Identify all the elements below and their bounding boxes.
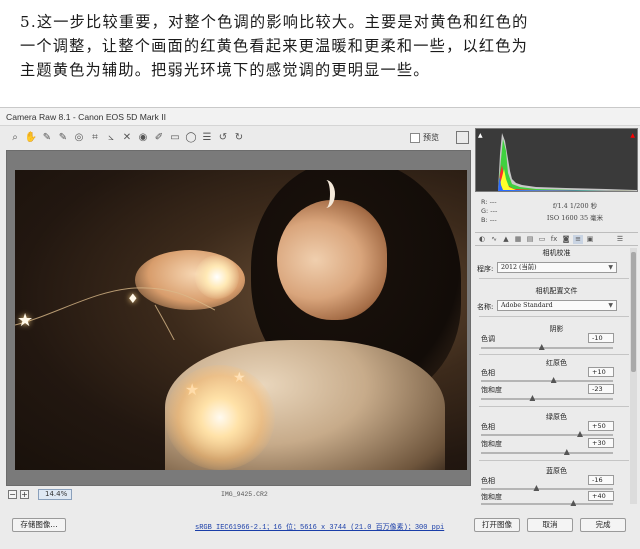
tab-snapshots-icon[interactable]: ▣ <box>585 235 595 244</box>
hand-tool-icon[interactable]: ✋ <box>24 131 38 145</box>
blue-saturation-label: 饱和度 <box>481 493 502 501</box>
done-button[interactable]: 完成 <box>580 518 626 532</box>
cancel-button[interactable]: 取消 <box>527 518 573 532</box>
green-hue-slider[interactable] <box>481 431 613 437</box>
preferences-icon[interactable]: ☰ <box>200 131 214 145</box>
window-title: Camera Raw 8.1 - Canon EOS 5D Mark II <box>0 108 640 126</box>
tab-basic-icon[interactable]: ◐ <box>477 235 487 244</box>
adjustment-panel: ▲ ▲ R: --- G: --- B: --- f/1.4 1/200 秒 I… <box>475 128 638 506</box>
chevron-down-icon: ▼ <box>608 264 613 271</box>
red-hue-value[interactable]: +10 <box>588 367 614 377</box>
red-saturation-label: 饱和度 <box>481 386 502 394</box>
zoom-tool-icon[interactable]: ⌕ <box>8 131 22 145</box>
readout-r: R: --- <box>481 198 497 206</box>
open-image-button[interactable]: 打开图像 <box>474 518 520 532</box>
tab-presets-icon[interactable]: ≡ <box>573 235 583 244</box>
tab-detail-icon[interactable]: ▲ <box>501 235 511 244</box>
white-balance-tool-icon[interactable]: ✎ <box>40 131 54 145</box>
shadow-tint-label: 色调 <box>481 335 495 343</box>
adjustment-brush-icon[interactable]: ✐ <box>152 131 166 145</box>
blue-hue-slider[interactable] <box>481 485 613 491</box>
green-saturation-label: 饱和度 <box>481 440 502 448</box>
red-hue-slider[interactable] <box>481 377 613 383</box>
highlight-clipping-icon[interactable]: ▲ <box>630 132 635 139</box>
tab-tone-curve-icon[interactable]: ∿ <box>489 235 499 244</box>
spot-removal-tool-icon[interactable]: ✕ <box>120 131 134 145</box>
image-filename: IMG_9425.CR2 <box>221 491 268 498</box>
tab-camera-calibration-icon[interactable]: ◙ <box>561 235 571 244</box>
red-eye-tool-icon[interactable]: ◉ <box>136 131 150 145</box>
green-saturation-slider[interactable] <box>481 449 613 455</box>
crop-tool-icon[interactable]: ⌗ <box>88 131 102 145</box>
caption-line-3: 主题黄色为辅助。把弱光环境下的感觉调的更明显一些。 <box>20 61 430 79</box>
shadow-tint-value[interactable]: -10 <box>588 333 614 343</box>
preview-checkbox[interactable] <box>410 133 420 143</box>
chevron-down-icon: ▼ <box>608 302 613 309</box>
profile-value: Adobe Standard <box>501 302 553 309</box>
shadow-clipping-icon[interactable]: ▲ <box>478 132 483 139</box>
tab-split-toning-icon[interactable]: ▤ <box>525 235 535 244</box>
zoom-out-button[interactable]: − <box>8 490 17 499</box>
green-saturation-value[interactable]: +30 <box>588 438 614 448</box>
readout-b: B: --- <box>481 216 497 224</box>
process-select[interactable]: 2012 (当前) ▼ <box>497 262 617 273</box>
radial-filter-icon[interactable]: ◯ <box>184 131 198 145</box>
profile-select[interactable]: Adobe Standard ▼ <box>497 300 617 311</box>
process-label: 程序: <box>477 265 494 273</box>
zoom-level-select[interactable]: 14.4% <box>38 489 72 500</box>
graduated-filter-icon[interactable]: ▭ <box>168 131 182 145</box>
camera-info: R: --- G: --- B: --- f/1.4 1/200 秒 ISO 1… <box>475 194 638 230</box>
image-canvas[interactable]: ★ ♦ ★ ★ ★ <box>6 150 471 486</box>
tab-lens-icon[interactable]: ▭ <box>537 235 547 244</box>
profile-title: 相机配置文件 <box>535 287 578 295</box>
blue-hue-value[interactable]: -16 <box>588 475 614 485</box>
tab-hsl-icon[interactable]: ▦ <box>513 235 523 244</box>
readout-g: G: --- <box>481 207 498 215</box>
toolbar: ⌕ ✋ ✎ ✎ ◎ ⌗ ⦣ ✕ ◉ ✐ ▭ ◯ ☰ ↺ ↻ 预览 <box>0 127 470 149</box>
name-label: 名称: <box>477 303 494 311</box>
panel-menu-icon[interactable]: ☰ <box>615 235 625 244</box>
save-image-button[interactable]: 存储图像... <box>12 518 66 532</box>
red-hue-label: 色相 <box>481 369 495 377</box>
targeted-adjustment-tool-icon[interactable]: ◎ <box>72 131 86 145</box>
fullscreen-icon[interactable] <box>456 131 469 144</box>
caption-line-1: 5.这一步比较重要，对整个色调的影响比较大。主要是对黄色和红色的 <box>20 13 529 31</box>
red-saturation-slider[interactable] <box>481 395 613 401</box>
article-caption: 5.这一步比较重要，对整个色调的影响比较大。主要是对黄色和红色的 一个调整，让整… <box>20 10 632 82</box>
green-hue-label: 色相 <box>481 423 495 431</box>
blue-saturation-value[interactable]: +40 <box>588 491 614 501</box>
process-value: 2012 (当前) <box>501 264 537 271</box>
preview-label: 预览 <box>423 133 439 142</box>
blue-hue-label: 色相 <box>481 477 495 485</box>
zoom-in-button[interactable]: + <box>20 490 29 499</box>
panel-tabs: ◐ ∿ ▲ ▦ ▤ ▭ fx ◙ ≡ ▣ ☰ <box>475 232 638 246</box>
panel-scrollbar[interactable] <box>630 248 637 504</box>
rotate-left-icon[interactable]: ↺ <box>216 131 230 145</box>
rotate-right-icon[interactable]: ↻ <box>232 131 246 145</box>
canvas-status-bar: − + 14.4% IMG_9425.CR2 <box>6 488 471 502</box>
camera-raw-window: Camera Raw 8.1 - Canon EOS 5D Mark II ⌕ … <box>0 107 640 549</box>
straighten-tool-icon[interactable]: ⦣ <box>104 131 118 145</box>
green-hue-value[interactable]: +50 <box>588 421 614 431</box>
blue-saturation-slider[interactable] <box>481 500 613 506</box>
caption-line-2: 一个调整，让整个画面的红黄色看起来更温暖和更柔和一些，以红色为 <box>20 37 529 55</box>
tab-effects-icon[interactable]: fx <box>549 235 559 244</box>
workflow-options-link[interactable]: sRGB IEC61966-2.1；16 位；5616 x 3744 (21.0… <box>195 522 444 532</box>
iso-lens: ISO 1600 35 毫米 <box>546 214 604 222</box>
histogram: ▲ ▲ <box>475 128 638 192</box>
shadow-tint-slider[interactable] <box>481 344 613 350</box>
red-saturation-value[interactable]: -23 <box>588 384 614 394</box>
color-sampler-tool-icon[interactable]: ✎ <box>56 131 70 145</box>
aperture-shutter: f/1.4 1/200 秒 <box>552 202 598 210</box>
photo-preview: ★ ♦ ★ ★ ★ <box>15 170 467 470</box>
section-title: 相机校准 <box>542 249 571 257</box>
